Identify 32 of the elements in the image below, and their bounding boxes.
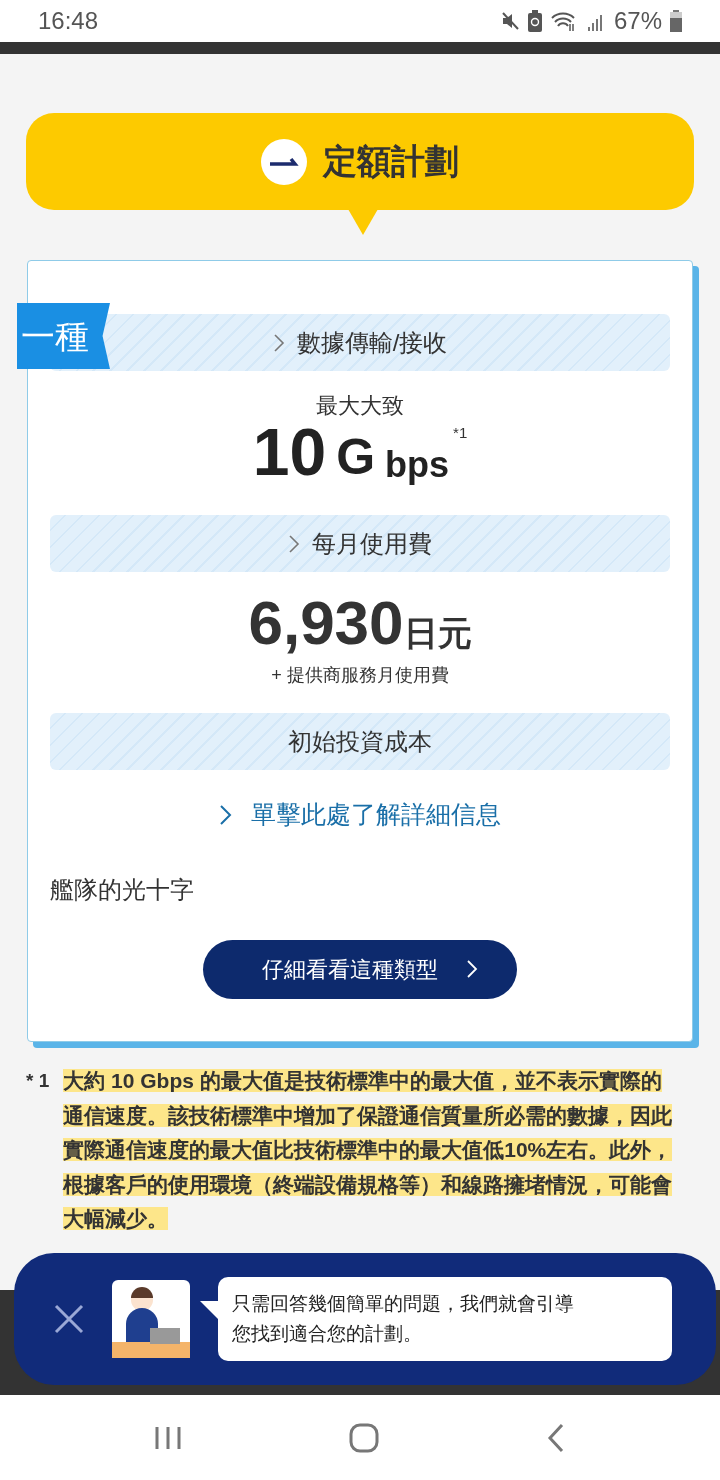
recent-apps-icon[interactable] [153,1424,182,1451]
speed-unit: bps [385,447,450,483]
bubble-tail-icon [200,1301,220,1321]
details-button[interactable]: 仔細看看這種類型 [203,939,517,999]
assistant-message: 只需回答幾個簡單的問題，我們就會引導您找到適合您的計劃。 [218,1277,672,1361]
chevron-icon [288,533,300,554]
type-ribbon: 一種 [17,303,110,369]
battery-icon [670,10,682,32]
speed-value: 10 [252,419,327,485]
section-label: 數據傳輸/接收 [296,327,448,358]
price-unit: 日元 [403,616,472,650]
section-label: 每月使用費 [312,528,432,559]
plan-title: 定額計劃 [323,141,459,182]
chevron-icon [466,959,478,979]
footnote-mark: * 1 [26,1069,50,1093]
close-icon[interactable] [54,1304,84,1334]
footnote-text: 大約 10 Gbps 的最大值是技術標準中的最大值，並不表示實際的通信速度。該技術標準中增加了保證通信質量所必需的數據，因此實際通信速度的最大值比技術標準中的最大值低10%左右。此外，根據客戶的使用環境（終端設備規格等）和線路擁堵情況，可能會大幅減少。 [63,1068,674,1232]
price-value: 6,930 [248,592,404,654]
price-note: + 提供商服務月使用費 [271,664,449,687]
speed-caption: 最大大致 [316,393,404,419]
chevron-icon [272,332,285,353]
home-icon[interactable] [349,1422,379,1453]
mute-icon [499,11,520,31]
footnote-mark: *1 [453,425,468,440]
speed-unit-prefix: G [336,432,376,482]
plan-description: 艦隊的光十字 [50,874,195,905]
section-label: 初始投資成本 [288,726,432,757]
battery-saver-icon [527,10,542,32]
number-one-icon [261,138,307,185]
battery-percent: 67% [613,6,662,36]
status-time: 16:48 [38,6,99,36]
chevron-icon [219,803,233,826]
